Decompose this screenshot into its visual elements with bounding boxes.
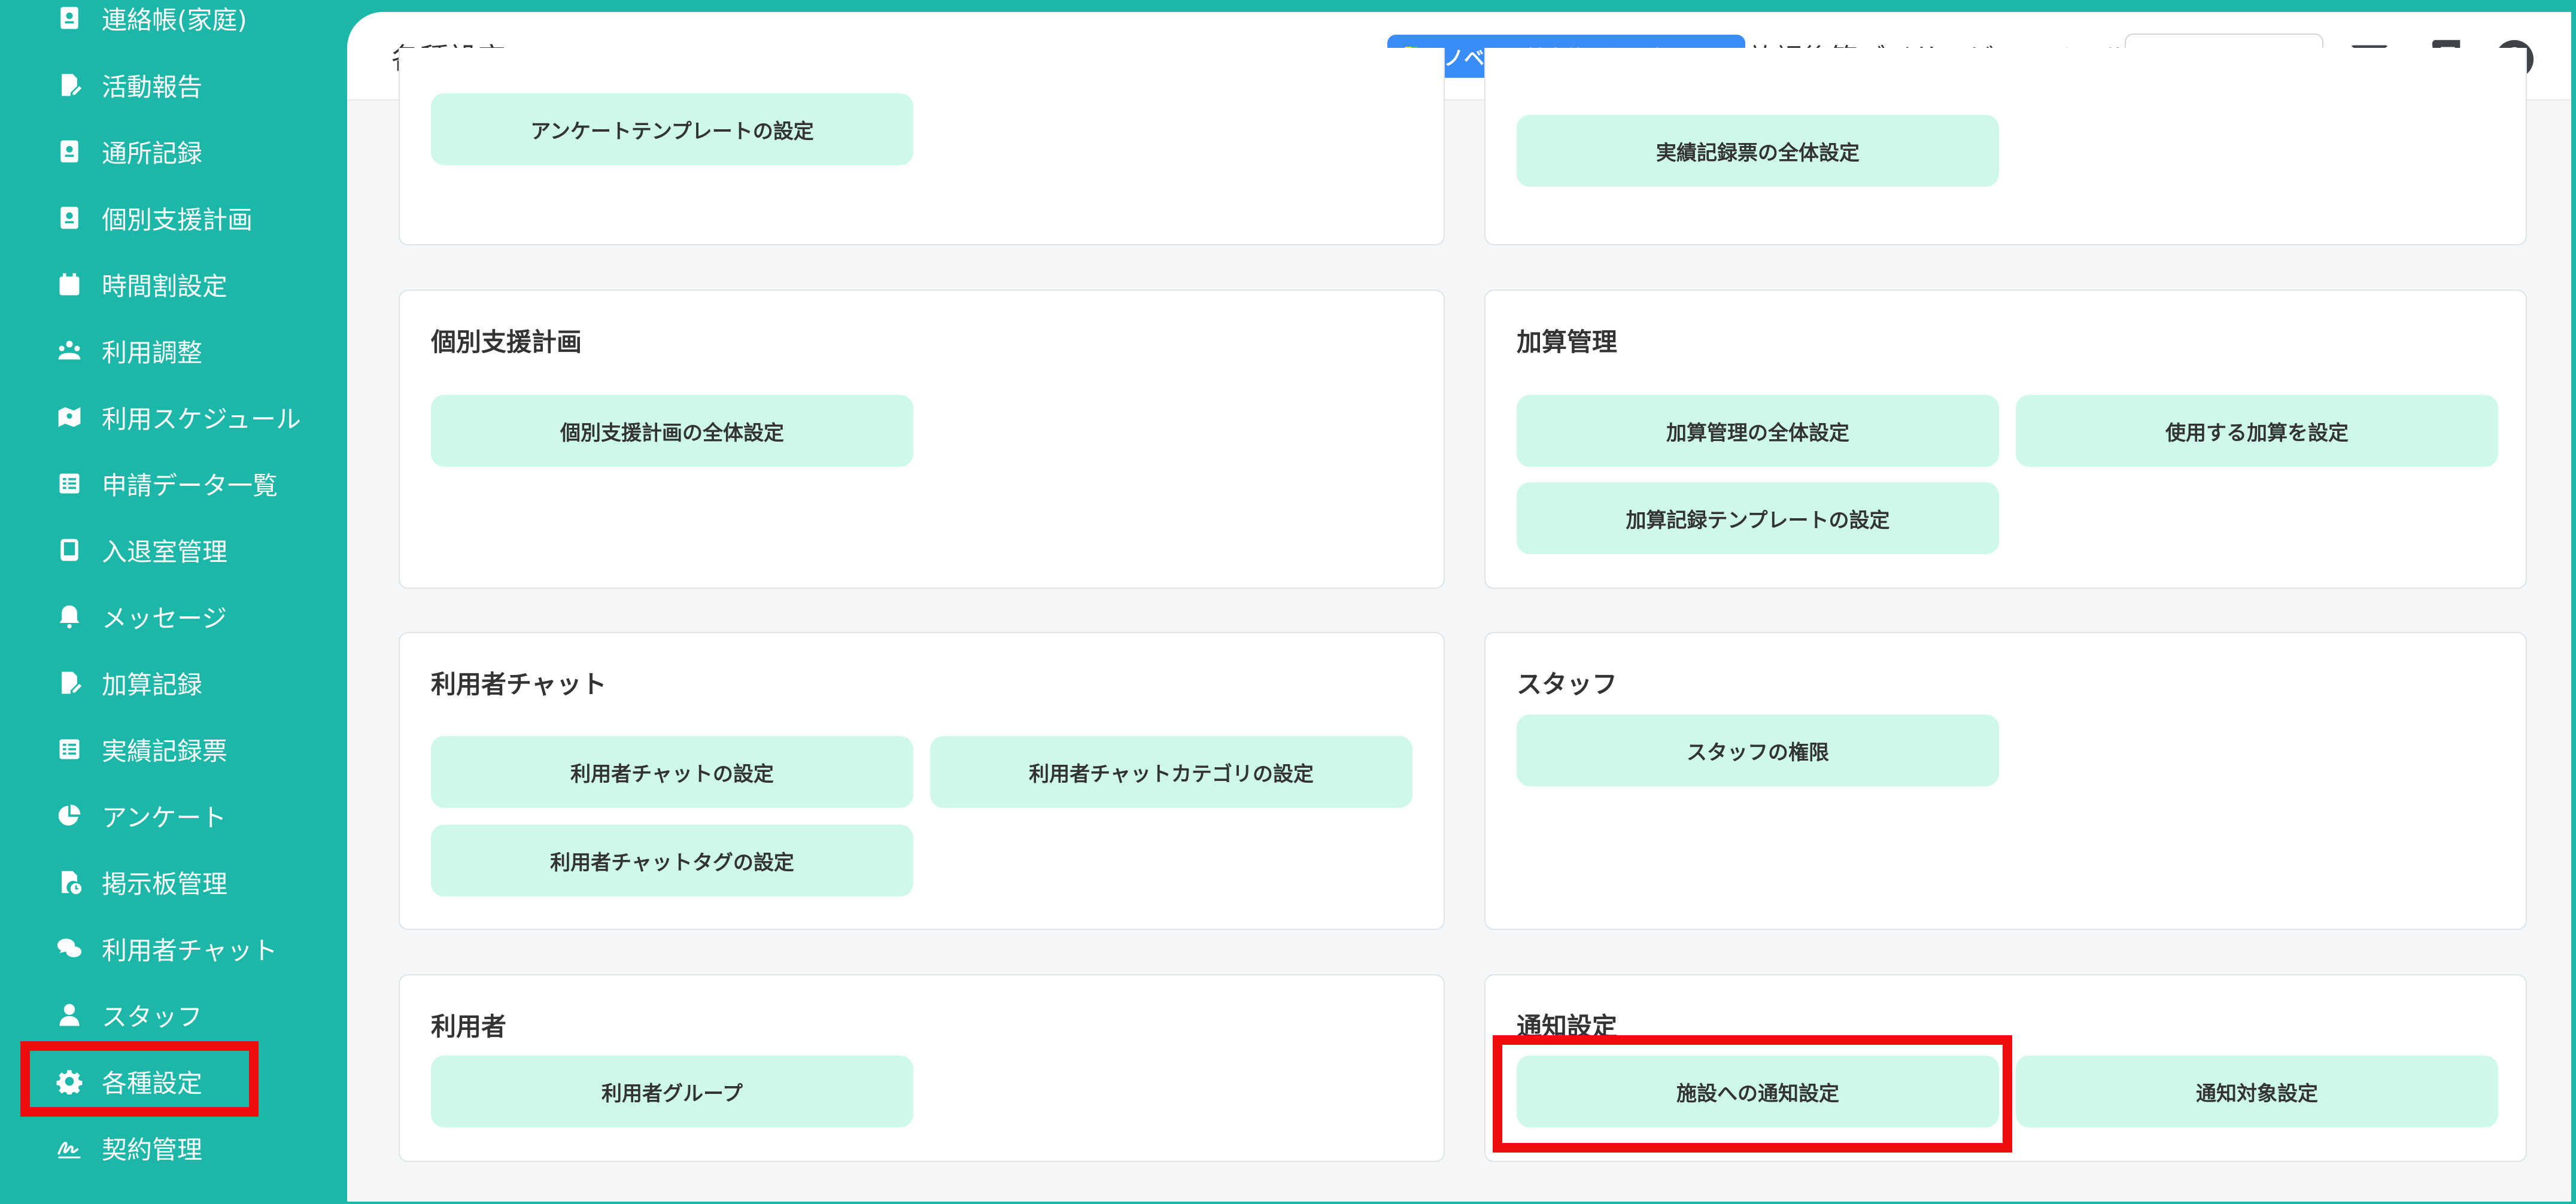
user-chat-settings-button[interactable]: 利用者チャットの設定 — [431, 736, 913, 808]
sidebar: 連絡帳(家庭) 活動報告 通所記録 個別支援計画 時間割設定 利用調整 利用スケ… — [0, 0, 347, 1204]
sidebar-item-label: スタッフ — [102, 1002, 203, 1032]
user-chat-card: 利用者チャット 利用者チャットの設定 利用者チャットカテゴリの設定 利用者チャッ… — [399, 632, 1445, 930]
user-card: 利用者 利用者グループ — [399, 974, 1445, 1162]
facility-notification-highlight — [1493, 1035, 2012, 1153]
sidebar-item-activity-report[interactable]: 活動報告 — [55, 60, 202, 110]
map-schedule-icon — [55, 403, 84, 431]
tablet-icon — [55, 536, 84, 564]
calendar-icon — [55, 270, 84, 299]
sidebar-item-label: アンケート — [102, 802, 227, 832]
list-table-icon — [55, 735, 84, 764]
sidebar-item-label: 利用調整 — [102, 338, 203, 367]
user-group-button[interactable]: 利用者グループ — [431, 1056, 913, 1127]
sidebar-item-message[interactable]: メッセージ — [55, 591, 227, 641]
addition-record-template-button[interactable]: 加算記録テンプレートの設定 — [1517, 482, 1999, 554]
sidebar-item-entry-exit[interactable]: 入退室管理 — [55, 525, 227, 575]
user-icon — [55, 1001, 84, 1029]
record-card: 実績記録票の全体設定 — [1484, 48, 2527, 245]
sidebar-item-label: 時間割設定 — [102, 271, 228, 301]
survey-card: アンケートテンプレートの設定 — [399, 48, 1445, 245]
sidebar-settings-highlight — [20, 1041, 259, 1117]
card-title: 利用者チャット — [431, 670, 607, 699]
main-panel: 各種設定 コノベルの基本的な使い方ガイド 放課後等デイサービス コノベル スタッ… — [347, 12, 2571, 1202]
users-adjust-icon — [55, 336, 84, 365]
sidebar-item-label: 入退室管理 — [102, 537, 228, 567]
bell-icon — [55, 602, 84, 631]
sidebar-item-support-plan[interactable]: 個別支援計画 — [55, 193, 253, 243]
sidebar-item-label: 契約管理 — [102, 1135, 203, 1165]
file-clock-icon — [55, 868, 84, 896]
sidebar-item-staff[interactable]: スタッフ — [55, 990, 202, 1040]
sidebar-item-label: 活動報告 — [102, 72, 203, 102]
chat-icon — [55, 934, 84, 963]
sidebar-item-performance-record[interactable]: 実績記録票 — [55, 724, 227, 774]
signature-icon — [55, 1133, 84, 1162]
sidebar-item-addition-record[interactable]: 加算記録 — [55, 658, 202, 708]
sidebar-item-usage-schedule[interactable]: 利用スケジュール — [55, 392, 301, 442]
sidebar-item-usage-adjust[interactable]: 利用調整 — [55, 326, 202, 376]
card-title: スタッフ — [1517, 670, 1618, 699]
card-title: 個別支援計画 — [431, 327, 582, 357]
contact-book-icon — [55, 4, 84, 32]
card-title: 利用者 — [431, 1012, 507, 1041]
sidebar-item-label: 個別支援計画 — [102, 205, 253, 235]
addition-use-settings-button[interactable]: 使用する加算を設定 — [2016, 395, 2498, 467]
sidebar-item-contact-book[interactable]: 連絡帳(家庭) — [55, 0, 247, 43]
sidebar-item-user-chat[interactable]: 利用者チャット — [55, 923, 278, 974]
file-edit-icon — [55, 71, 84, 99]
sidebar-item-bulletin-board[interactable]: 掲示板管理 — [55, 857, 227, 907]
sidebar-item-label: 実績記録票 — [102, 736, 228, 766]
record-global-settings-button[interactable]: 実績記録票の全体設定 — [1517, 115, 1999, 187]
survey-template-settings-button[interactable]: アンケートテンプレートの設定 — [431, 93, 913, 165]
id-card-icon — [55, 137, 84, 166]
user-chat-tag-button[interactable]: 利用者チャットタグの設定 — [431, 825, 913, 896]
pie-chart-icon — [55, 801, 84, 830]
sidebar-item-label: 加算記録 — [102, 670, 203, 700]
sidebar-item-attendance-record[interactable]: 通所記録 — [55, 126, 202, 177]
support-plan-card: 個別支援計画 個別支援計画の全体設定 — [399, 290, 1445, 589]
sidebar-item-label: 連絡帳(家庭) — [102, 5, 247, 35]
sidebar-item-label: 利用者チャット — [102, 935, 278, 965]
addition-card: 加算管理 加算管理の全体設定 使用する加算を設定 加算記録テンプレートの設定 — [1484, 290, 2527, 589]
sidebar-item-timetable[interactable]: 時間割設定 — [55, 259, 227, 309]
user-chat-category-button[interactable]: 利用者チャットカテゴリの設定 — [930, 736, 1412, 808]
sidebar-item-survey[interactable]: アンケート — [55, 790, 226, 841]
staff-card: スタッフ スタッフの権限 — [1484, 632, 2527, 930]
sidebar-item-label: 申請データ一覧 — [102, 470, 278, 500]
sidebar-item-application-list[interactable]: 申請データ一覧 — [55, 458, 278, 509]
support-plan-global-settings-button[interactable]: 個別支援計画の全体設定 — [431, 395, 913, 467]
list-table-icon — [55, 469, 84, 498]
id-card-icon — [55, 203, 84, 232]
notification-target-settings-button[interactable]: 通知対象設定 — [2016, 1056, 2498, 1127]
sidebar-item-label: メッセージ — [102, 603, 227, 633]
sidebar-item-label: 利用スケジュール — [102, 404, 302, 434]
sidebar-item-label: 掲示板管理 — [102, 869, 228, 899]
sidebar-item-contract[interactable]: 契約管理 — [55, 1123, 202, 1173]
staff-permission-button[interactable]: スタッフの権限 — [1517, 715, 1999, 786]
addition-global-settings-button[interactable]: 加算管理の全体設定 — [1517, 395, 1999, 467]
sidebar-item-label: 通所記録 — [102, 138, 203, 168]
card-title: 加算管理 — [1517, 327, 1618, 357]
file-edit-icon — [55, 668, 84, 697]
